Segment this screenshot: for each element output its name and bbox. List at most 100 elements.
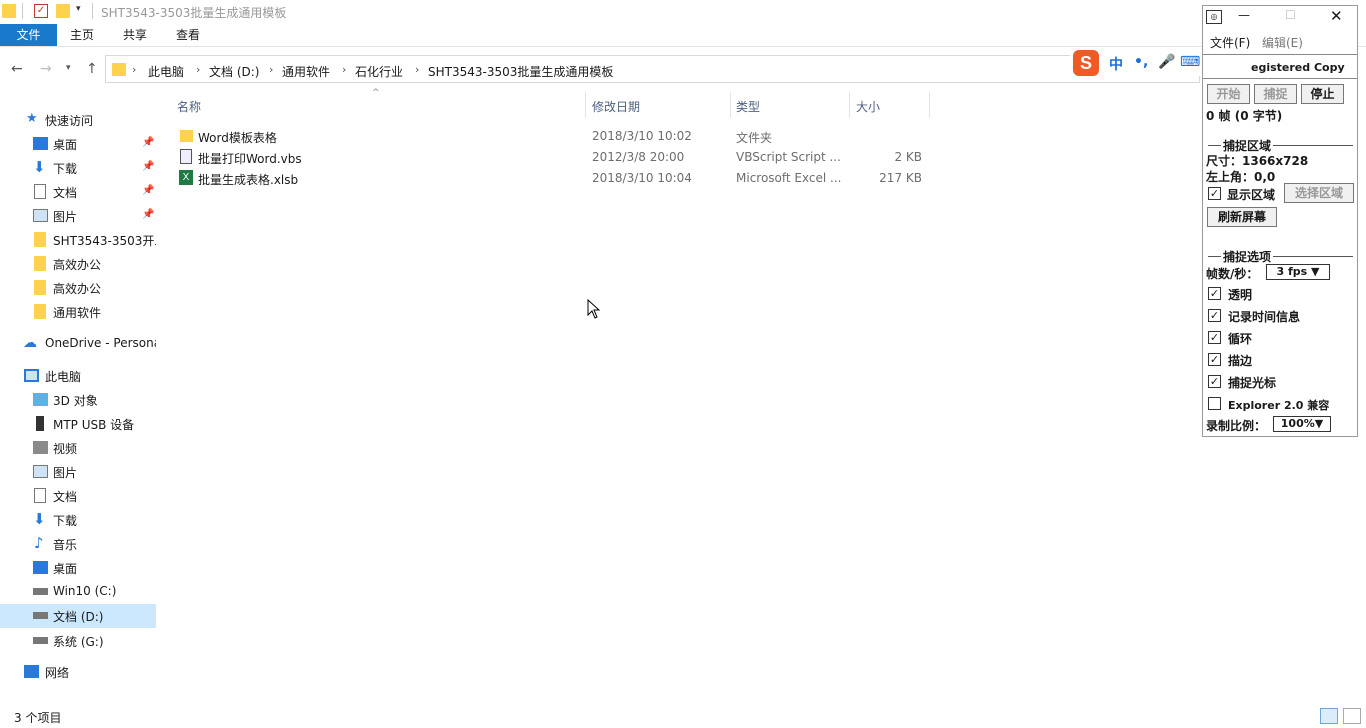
close-icon[interactable]: ✕ [1330,7,1343,25]
file-row[interactable]: X 批量生成表格.xlsb 2018/3/10 10:04 Microsoft … [176,168,931,189]
nav-music[interactable]: ♪ 音乐 [0,532,156,556]
nav-label: 视频 [53,442,78,456]
pin-icon[interactable]: 📌 [142,185,154,196]
nav-videos[interactable]: 视频 [0,436,156,460]
column-header-date[interactable]: 修改日期 [592,98,640,115]
maximize-icon[interactable]: ☐ [1285,8,1296,22]
recent-locations-chevron-icon[interactable]: ▾ [66,63,71,73]
nav-folder-office-1[interactable]: 高效办公 [0,252,156,276]
breadcrumb-current-folder[interactable]: SHT3543-3503批量生成通用模板 [428,63,613,80]
nav-downloads[interactable]: ⬇ 下载 📌 [0,156,156,180]
properties-icon[interactable]: ✓ [34,4,48,18]
nav-label: 系统 (G:) [53,635,104,649]
option-label: 循环 [1228,332,1253,346]
column-header-type[interactable]: 类型 [736,98,760,115]
drive-icon [33,588,48,595]
large-icons-view-icon[interactable] [1343,708,1361,724]
breadcrumb-drive-d[interactable]: 文档 (D:) [209,63,259,80]
nav-quick-access[interactable]: ★ 快速访问 [0,108,156,132]
nav-label: OneDrive - Persona [45,336,156,350]
file-row[interactable]: 批量打印Word.vbs 2012/3/8 20:00 VBScript Scr… [176,147,931,168]
fps-select[interactable]: 3 fps ▼ [1266,264,1330,280]
pin-icon[interactable]: 📌 [142,161,154,172]
nav-network[interactable]: 网络 [0,660,156,684]
start-button[interactable]: 开始 [1207,84,1250,104]
address-bar[interactable]: › 此电脑 › 文档 (D:) › 通用软件 › 石化行业 › SHT3543-… [105,55,1200,83]
nav-onedrive[interactable]: ☁ OneDrive - Persona [0,332,156,356]
breadcrumb-this-pc[interactable]: 此电脑 [148,63,184,80]
pin-icon[interactable]: 📌 [142,137,154,148]
app-icon: ◎ [1206,10,1222,24]
nav-pc-downloads[interactable]: ⬇ 下载 [0,508,156,532]
tab-share[interactable]: 共享 [115,24,155,46]
nav-label: 高效办公 [53,282,102,296]
column-divider[interactable] [585,92,586,118]
select-region-button[interactable]: 选择区域 [1284,183,1354,203]
new-folder-icon[interactable] [56,4,70,18]
folder-icon [34,280,46,295]
ime-punct-toggle[interactable]: •, [1134,54,1148,70]
nav-folder-sht[interactable]: SHT3543-3503开发 [0,228,156,252]
keyboard-icon[interactable]: ⌨ [1180,54,1200,70]
picture-icon [33,465,48,478]
ime-mode-toggle[interactable]: 中 [1109,54,1123,74]
mic-icon[interactable]: 🎤 [1158,54,1175,70]
column-header-name[interactable]: 名称 [177,98,201,115]
show-region-checkbox[interactable]: ✓ [1208,187,1221,200]
chevron-down-icon[interactable]: ▾ [76,4,90,18]
window-title: SHT3543-3503批量生成通用模板 [101,6,287,20]
sogou-logo-icon[interactable]: S [1073,50,1099,76]
nav-label: 图片 [53,210,78,224]
tab-home[interactable]: 主页 [62,24,102,46]
nav-desktop[interactable]: 桌面 📌 [0,132,156,156]
nav-documents[interactable]: 文档 📌 [0,180,156,204]
capture-cursor-checkbox[interactable]: ✓ [1208,375,1221,388]
download-icon: ⬇ [33,158,46,176]
nav-pc-documents[interactable]: 文档 [0,484,156,508]
minimize-icon[interactable]: — [1238,8,1250,22]
breadcrumb-general-software[interactable]: 通用软件 [282,63,330,80]
outline-checkbox[interactable]: ✓ [1208,353,1221,366]
nav-mtp-device[interactable]: MTP USB 设备 [0,412,156,436]
nav-drive-c[interactable]: Win10 (C:) [0,580,156,604]
registration-text: egistered Copy [1251,61,1345,74]
column-divider[interactable] [730,92,731,118]
back-arrow-icon[interactable]: ← [11,61,23,77]
details-view-icon[interactable] [1320,708,1338,724]
loop-checkbox[interactable]: ✓ [1208,331,1221,344]
scale-select[interactable]: 100%▼ [1273,416,1331,432]
nav-pc-desktop[interactable]: 桌面 [0,556,156,580]
nav-drive-d[interactable]: 文档 (D:) [0,604,156,628]
stop-button[interactable]: 停止 [1301,84,1344,104]
up-arrow-icon[interactable]: ↑ [86,61,98,77]
column-divider[interactable] [929,92,930,118]
pin-icon[interactable]: 📌 [142,209,154,220]
forward-arrow-icon[interactable]: → [40,61,52,77]
nav-3d-objects[interactable]: 3D 对象 [0,388,156,412]
menu-file[interactable]: 文件(F) [1210,34,1250,51]
drive-icon [33,612,48,619]
column-divider[interactable] [849,92,850,118]
breadcrumb-petrochem[interactable]: 石化行业 [355,63,403,80]
nav-folder-office-2[interactable]: 高效办公 [0,276,156,300]
nav-pc-pictures[interactable]: 图片 [0,460,156,484]
menu-edit[interactable]: 编辑(E) [1262,34,1303,51]
nav-drive-g[interactable]: 系统 (G:) [0,629,156,653]
transparent-checkbox[interactable]: ✓ [1208,287,1221,300]
folder-icon [34,256,46,271]
refresh-screen-button[interactable]: 刷新屏幕 [1207,207,1277,227]
column-header-size[interactable]: 大小 [856,98,880,115]
nav-label: 此电脑 [45,370,82,384]
tab-file[interactable]: 文件 [0,24,57,46]
nav-folder-software[interactable]: 通用软件 [0,300,156,324]
nav-this-pc[interactable]: 此电脑 [0,364,156,388]
nav-pictures[interactable]: 图片 📌 [0,204,156,228]
tab-view[interactable]: 查看 [168,24,208,46]
explorer-compat-checkbox[interactable] [1208,397,1221,410]
capture-button[interactable]: 捕捉 [1254,84,1297,104]
nav-label: 图片 [53,466,78,480]
drive-icon [33,637,48,644]
file-row[interactable]: Word模板表格 2018/3/10 10:02 文件夹 [176,126,931,147]
nav-label: 桌面 [53,138,78,152]
record-time-checkbox[interactable]: ✓ [1208,309,1221,322]
